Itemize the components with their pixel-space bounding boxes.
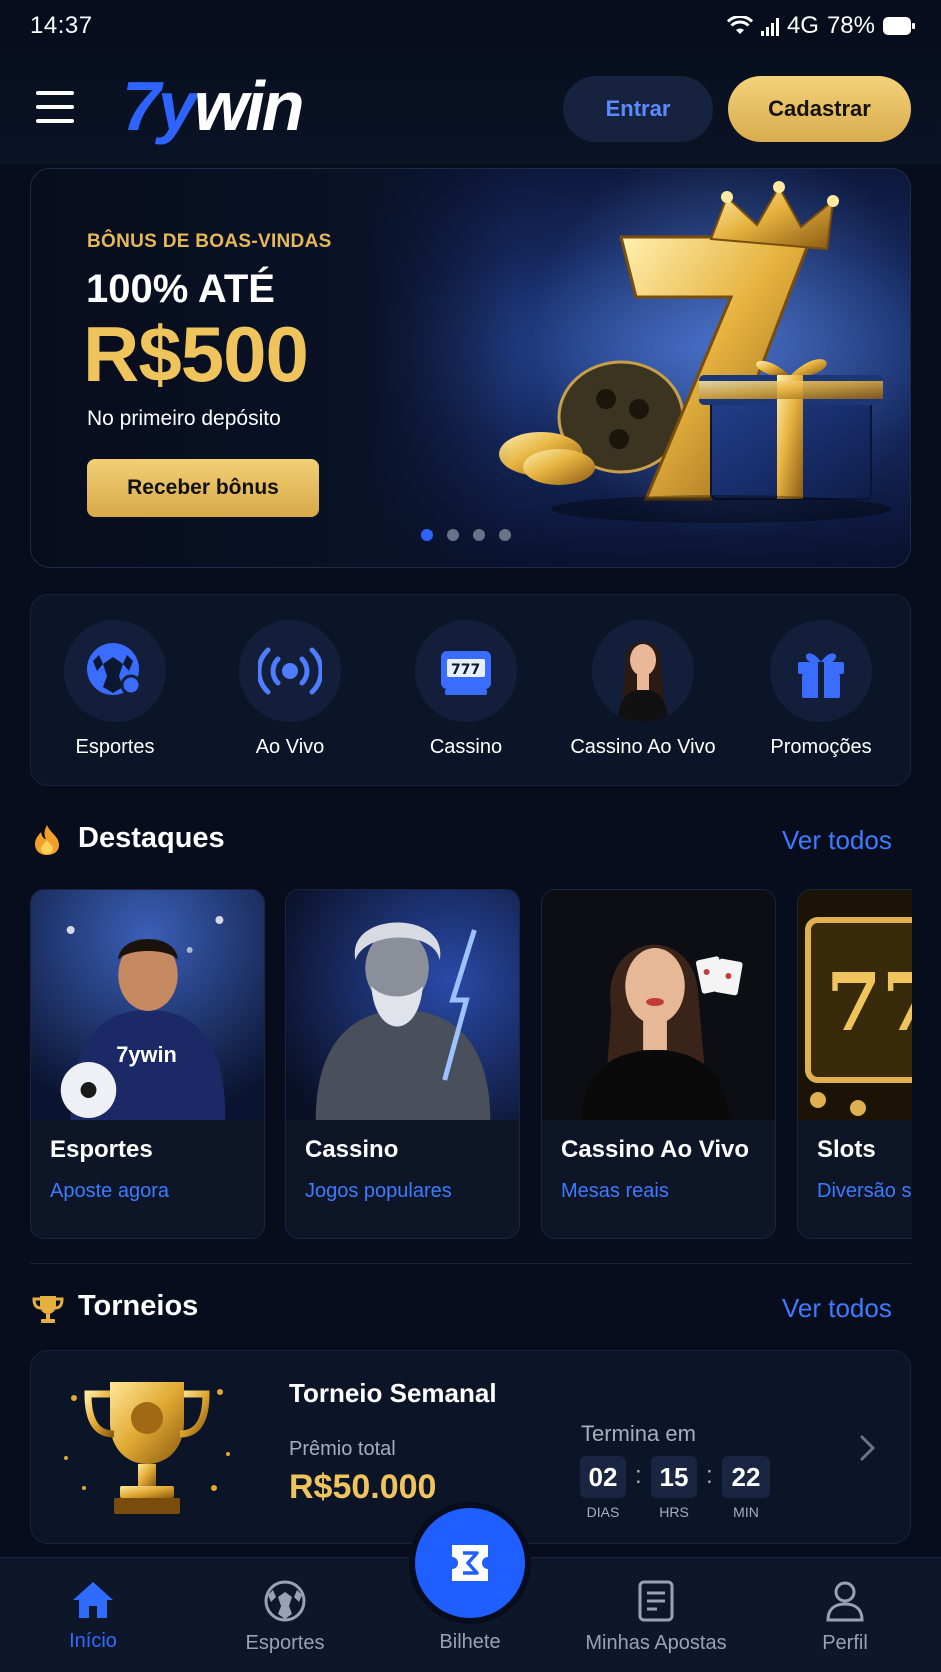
- card-title: Cassino: [305, 1136, 399, 1163]
- section-divider: [30, 1263, 911, 1264]
- prize-label: Prêmio total: [289, 1438, 396, 1460]
- category-promocoes[interactable]: Promoções: [736, 620, 906, 759]
- card-subtitle[interactable]: Diversão s: [817, 1180, 912, 1203]
- countdown-unit: MIN: [733, 1504, 759, 1520]
- home-icon: [73, 1582, 113, 1618]
- card-title: Slots: [817, 1136, 876, 1163]
- countdown-separator: :: [706, 1462, 713, 1489]
- bet-slip-button[interactable]: [415, 1508, 525, 1618]
- category-icon-wrap: [64, 620, 166, 722]
- category-esportes[interactable]: Esportes: [30, 620, 200, 759]
- fire-icon: [35, 825, 59, 855]
- ticket-icon: [452, 1545, 488, 1581]
- signal-icon: [760, 16, 779, 36]
- register-button[interactable]: Cadastrar: [728, 76, 911, 142]
- svg-text:77: 77: [826, 955, 912, 1049]
- card-subtitle[interactable]: Jogos populares: [305, 1180, 452, 1203]
- nav-label: Perfil: [822, 1632, 868, 1654]
- category-icon-wrap: [770, 620, 872, 722]
- nav-label: Início: [69, 1630, 117, 1652]
- live-dealer-image: [542, 890, 775, 1120]
- carousel-dot[interactable]: [499, 529, 511, 541]
- carousel-dot[interactable]: [421, 529, 433, 541]
- category-cassino-ao-vivo[interactable]: Cassino Ao Vivo: [558, 620, 728, 759]
- nav-perfil[interactable]: Perfil: [750, 1580, 940, 1655]
- highlights-title: Destaques: [78, 822, 225, 854]
- highlight-card-esportes[interactable]: 7ywin Esportes Aposte agora: [30, 889, 265, 1239]
- status-indicators: 4G 78%: [726, 12, 915, 40]
- nav-minhas-apostas[interactable]: Minhas Apostas: [561, 1580, 751, 1655]
- nav-label-bilhete: Bilhete: [439, 1631, 501, 1653]
- card-title: Cassino Ao Vivo: [561, 1136, 750, 1163]
- card-subtitle[interactable]: Aposte agora: [50, 1180, 169, 1203]
- category-label: Cassino Ao Vivo: [570, 736, 716, 758]
- nav-label: Minhas Apostas: [585, 1632, 727, 1654]
- card-subtitle[interactable]: Mesas reais: [561, 1180, 669, 1203]
- network-type: 4G: [786, 12, 819, 39]
- status-time: 14:37: [30, 12, 93, 39]
- battery-icon: [883, 17, 915, 35]
- countdown-hours: 15: [651, 1456, 697, 1498]
- card-title: Esportes: [50, 1136, 153, 1163]
- carousel-dots: [421, 529, 511, 541]
- tournament-name: Torneio Semanal: [289, 1378, 497, 1408]
- slot-reels-image: 77: [798, 890, 912, 1120]
- highlight-card-cassino[interactable]: Cassino Jogos populares: [285, 889, 520, 1239]
- banner-amount: R$500: [83, 310, 309, 398]
- chevron-right-icon[interactable]: [858, 1434, 878, 1462]
- document-icon: [638, 1580, 674, 1622]
- countdown-days: 02: [580, 1456, 626, 1498]
- carousel-dot[interactable]: [473, 529, 485, 541]
- ends-label: Termina em: [581, 1421, 696, 1446]
- nav-esportes[interactable]: Esportes: [190, 1580, 380, 1655]
- nav-inicio[interactable]: Início: [0, 1580, 188, 1653]
- highlight-card-slots[interactable]: 77 Slots Diversão s: [797, 889, 912, 1239]
- slot-machine-icon: 777: [441, 651, 491, 695]
- promo-banner[interactable]: BÔNUS DE BOAS-VINDAS 100% ATÉ R$500 No p…: [30, 168, 911, 568]
- carousel-dot[interactable]: [447, 529, 459, 541]
- soccer-player-image: 7ywin: [31, 890, 264, 1120]
- menu-icon[interactable]: [36, 91, 74, 123]
- banner-headline: 100% ATÉ: [86, 267, 275, 311]
- countdown-separator: :: [635, 1462, 642, 1489]
- soccer-ball-icon: [87, 643, 142, 696]
- countdown-minutes: 22: [722, 1456, 770, 1498]
- tournaments-see-all-link[interactable]: Ver todos: [782, 1293, 892, 1324]
- highlight-card-cassino-ao-vivo[interactable]: Cassino Ao Vivo Mesas reais: [541, 889, 776, 1239]
- category-label: Cassino: [429, 736, 503, 758]
- live-dealer-avatar: [592, 620, 694, 722]
- category-icon-wrap: 777: [415, 620, 517, 722]
- nav-label: Esportes: [245, 1632, 325, 1654]
- zeus-image: [286, 890, 519, 1120]
- category-label: Esportes: [75, 736, 155, 758]
- prize-amount: R$50.000: [289, 1468, 437, 1506]
- highlights-see-all-link[interactable]: Ver todos: [782, 825, 892, 856]
- countdown-unit: DIAS: [586, 1504, 620, 1520]
- svg-text:7ywin: 7ywin: [116, 1042, 177, 1067]
- tournaments-title: Torneios: [78, 1290, 199, 1322]
- wifi-icon: [726, 16, 753, 34]
- category-icon-wrap: [592, 620, 694, 722]
- svg-text:777: 777: [451, 662, 480, 678]
- gift-icon: [798, 653, 844, 698]
- brand-logo[interactable]: 7ywin: [122, 66, 305, 146]
- live-broadcast-icon: [258, 647, 322, 695]
- battery-percent: 78%: [826, 12, 875, 39]
- countdown-unit: HRS: [659, 1504, 689, 1520]
- category-label: Promoções: [770, 736, 872, 758]
- banner-subtitle: No primeiro depósito: [87, 407, 281, 430]
- soccer-ball-icon: [264, 1580, 306, 1622]
- golden-trophy-image: [64, 1382, 230, 1514]
- trophy-icon: [32, 1296, 64, 1323]
- user-icon: [826, 1581, 864, 1622]
- golden-seven-gift-illustration: [499, 169, 910, 539]
- category-cassino[interactable]: 777 Cassino: [381, 620, 551, 759]
- category-label: Ao Vivo: [255, 736, 325, 758]
- category-icon-wrap: [239, 620, 341, 722]
- category-ao-vivo[interactable]: Ao Vivo: [205, 620, 375, 759]
- claim-bonus-button[interactable]: Receber bônus: [87, 459, 319, 517]
- banner-eyebrow: BÔNUS DE BOAS-VINDAS: [87, 231, 332, 252]
- login-button[interactable]: Entrar: [563, 76, 713, 142]
